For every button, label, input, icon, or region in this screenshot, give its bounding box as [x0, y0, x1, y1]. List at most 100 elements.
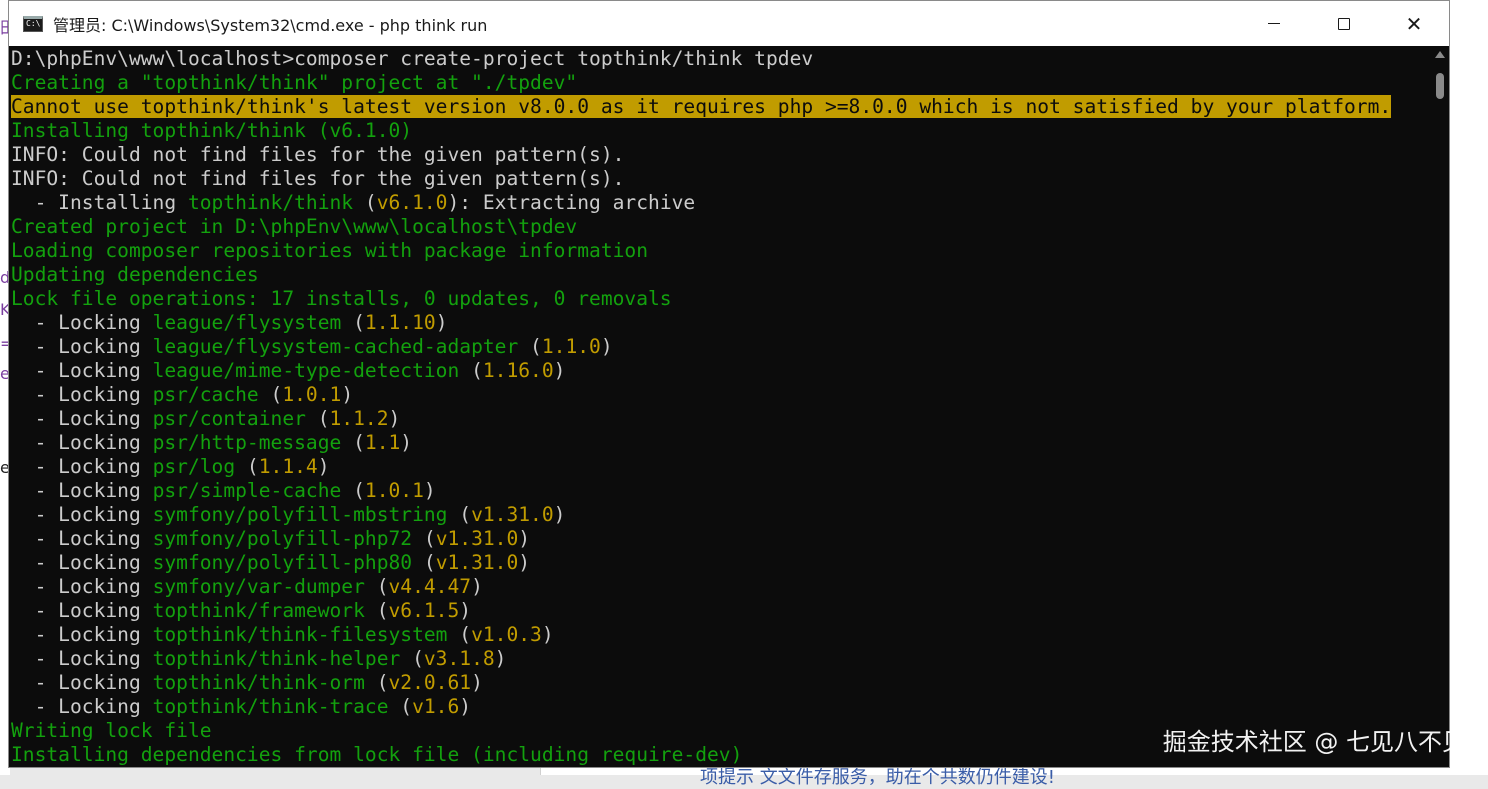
console-text: ( — [353, 191, 377, 214]
window-title: 管理员: C:\Windows\System32\cmd.exe - php t… — [53, 15, 488, 35]
console-text: ( — [518, 335, 542, 358]
vertical-scrollbar[interactable] — [1431, 47, 1449, 767]
console-line: - Locking symfony/polyfill-php80 (v1.31.… — [11, 551, 1421, 575]
console-line: - Locking topthink/think-helper (v3.1.8) — [11, 647, 1421, 671]
close-button[interactable]: ✕ — [1379, 1, 1449, 46]
console-text: - Locking — [11, 359, 153, 382]
console-line: - Locking psr/http-message (1.1) — [11, 431, 1421, 455]
console-text: ) — [553, 359, 566, 382]
console-text: ) — [553, 503, 566, 526]
console-text: - Installing — [11, 191, 188, 214]
console-line: - Locking topthink/think-filesystem (v1.… — [11, 623, 1421, 647]
console-text: symfony/polyfill-php80 — [152, 551, 413, 574]
console-text: ( — [258, 383, 283, 406]
console-text: 1.0.1 — [282, 383, 342, 406]
console-line: - Locking topthink/think-orm (v2.0.61) — [11, 671, 1421, 695]
console-line: Cannot use topthink/think's latest versi… — [11, 95, 1421, 119]
console-line: - Installing topthink/think (v6.1.0): Ex… — [11, 191, 1421, 215]
console-text: 1.1.0 — [541, 335, 601, 358]
console-text: ( — [400, 647, 424, 670]
title-bar[interactable]: 管理员: C:\Windows\System32\cmd.exe - php t… — [9, 1, 1449, 46]
console-text: topthink/think — [187, 191, 354, 214]
console-text: topthink/think-orm — [152, 671, 365, 694]
console-text: psr/container — [152, 407, 306, 430]
console-text: symfony/polyfill-mbstring — [152, 503, 448, 526]
console-text: ) — [317, 455, 330, 478]
maximize-icon — [1338, 17, 1350, 30]
console-text: topthink/think-helper — [152, 647, 401, 670]
console-text: - Locking — [11, 599, 153, 622]
console-text: 1.1.10 — [364, 311, 436, 334]
console-text: ) — [341, 383, 354, 406]
console-text: ( — [412, 551, 436, 574]
console-line: Loading composer repositories with packa… — [11, 239, 1421, 263]
console-text: ( — [341, 311, 365, 334]
console-text: ( — [459, 359, 483, 382]
console-line: - Locking symfony/polyfill-php72 (v1.31.… — [11, 527, 1421, 551]
console-text: INFO: Could not find files for the given… — [11, 143, 625, 166]
console-text: v6.1.5 — [388, 599, 460, 622]
console-text: D:\phpEnv\www\localhost>composer create-… — [11, 47, 814, 70]
console-output[interactable]: D:\phpEnv\www\localhost>composer create-… — [11, 47, 1421, 767]
console-text: ) — [459, 695, 472, 718]
console-text: 1.1.4 — [258, 455, 318, 478]
scroll-up-icon[interactable] — [1435, 51, 1445, 58]
warning-text: Cannot use topthink/think's latest versi… — [11, 95, 1392, 118]
maximize-button[interactable] — [1309, 1, 1379, 46]
cmd-window[interactable]: 管理员: C:\Windows\System32\cmd.exe - php t… — [8, 0, 1450, 768]
console-text: psr/simple-cache — [152, 479, 342, 502]
console-text: ) — [494, 647, 507, 670]
console-text: INFO: Could not find files for the given… — [11, 167, 625, 190]
console-line: Created project in D:\phpEnv\www\localho… — [11, 215, 1421, 239]
console-text: - Locking — [11, 551, 153, 574]
console-text: 1.1.2 — [329, 407, 389, 430]
console-line: - Locking psr/log (1.1.4) — [11, 455, 1421, 479]
console-line: - Locking symfony/var-dumper (v4.4.47) — [11, 575, 1421, 599]
console-text: ( — [412, 527, 436, 550]
console-text: psr/log — [152, 455, 236, 478]
console-text: v1.0.3 — [471, 623, 542, 646]
console-line: Creating a "topthink/think" project at "… — [11, 71, 1421, 95]
console-line: INFO: Could not find files for the given… — [11, 143, 1421, 167]
console-line: - Locking topthink/think-trace (v1.6) — [11, 695, 1421, 719]
minimize-icon — [1268, 23, 1280, 24]
console-line: INFO: Could not find files for the given… — [11, 167, 1421, 191]
console-line: Lock file operations: 17 installs, 0 upd… — [11, 287, 1421, 311]
close-icon: ✕ — [1405, 11, 1423, 36]
console-text: Installing topthink/think (v6.1.0) — [11, 119, 413, 142]
console-text: topthink/think-filesystem — [152, 623, 448, 646]
console-text: Creating a "topthink/think" project at "… — [11, 71, 578, 94]
console-text: ( — [235, 455, 259, 478]
console-text: Updating dependencies — [11, 263, 259, 286]
console-text: v4.4.47 — [388, 575, 472, 598]
console-text: psr/cache — [152, 383, 259, 406]
console-text: Loading composer repositories with packa… — [11, 239, 649, 262]
console-text: - Locking — [11, 431, 153, 454]
console-text: ( — [364, 575, 389, 598]
console-line: - Locking league/mime-type-detection (1.… — [11, 359, 1421, 383]
console-text: - Locking — [11, 623, 153, 646]
minimize-button[interactable] — [1239, 1, 1309, 46]
console-line: - Locking psr/simple-cache (1.0.1) — [11, 479, 1421, 503]
console-text: psr/http-message — [152, 431, 342, 454]
console-text: symfony/var-dumper — [152, 575, 365, 598]
scroll-thumb[interactable] — [1436, 73, 1444, 99]
console-text: - Locking — [11, 407, 153, 430]
cmd-app-icon[interactable] — [23, 15, 43, 32]
console-text: 1.0.1 — [364, 479, 424, 502]
console-text: ) — [471, 575, 483, 598]
console-text: ) — [600, 335, 613, 358]
console-text: v6.1.0 — [376, 191, 448, 214]
console-text: ( — [364, 599, 389, 622]
console-text: Installing dependencies from lock file (… — [11, 743, 743, 766]
console-text: v1.6 — [412, 695, 460, 718]
console-text: ) — [518, 527, 531, 550]
console-text: v1.31.0 — [471, 503, 554, 526]
console-text: ) — [400, 431, 413, 454]
console-text: - Locking — [11, 575, 153, 598]
console-text: v1.31.0 — [435, 527, 519, 550]
console-text: ( — [447, 503, 472, 526]
console-text: v2.0.61 — [388, 671, 472, 694]
console-text: - Locking — [11, 695, 153, 718]
console-text: ) — [471, 671, 483, 694]
